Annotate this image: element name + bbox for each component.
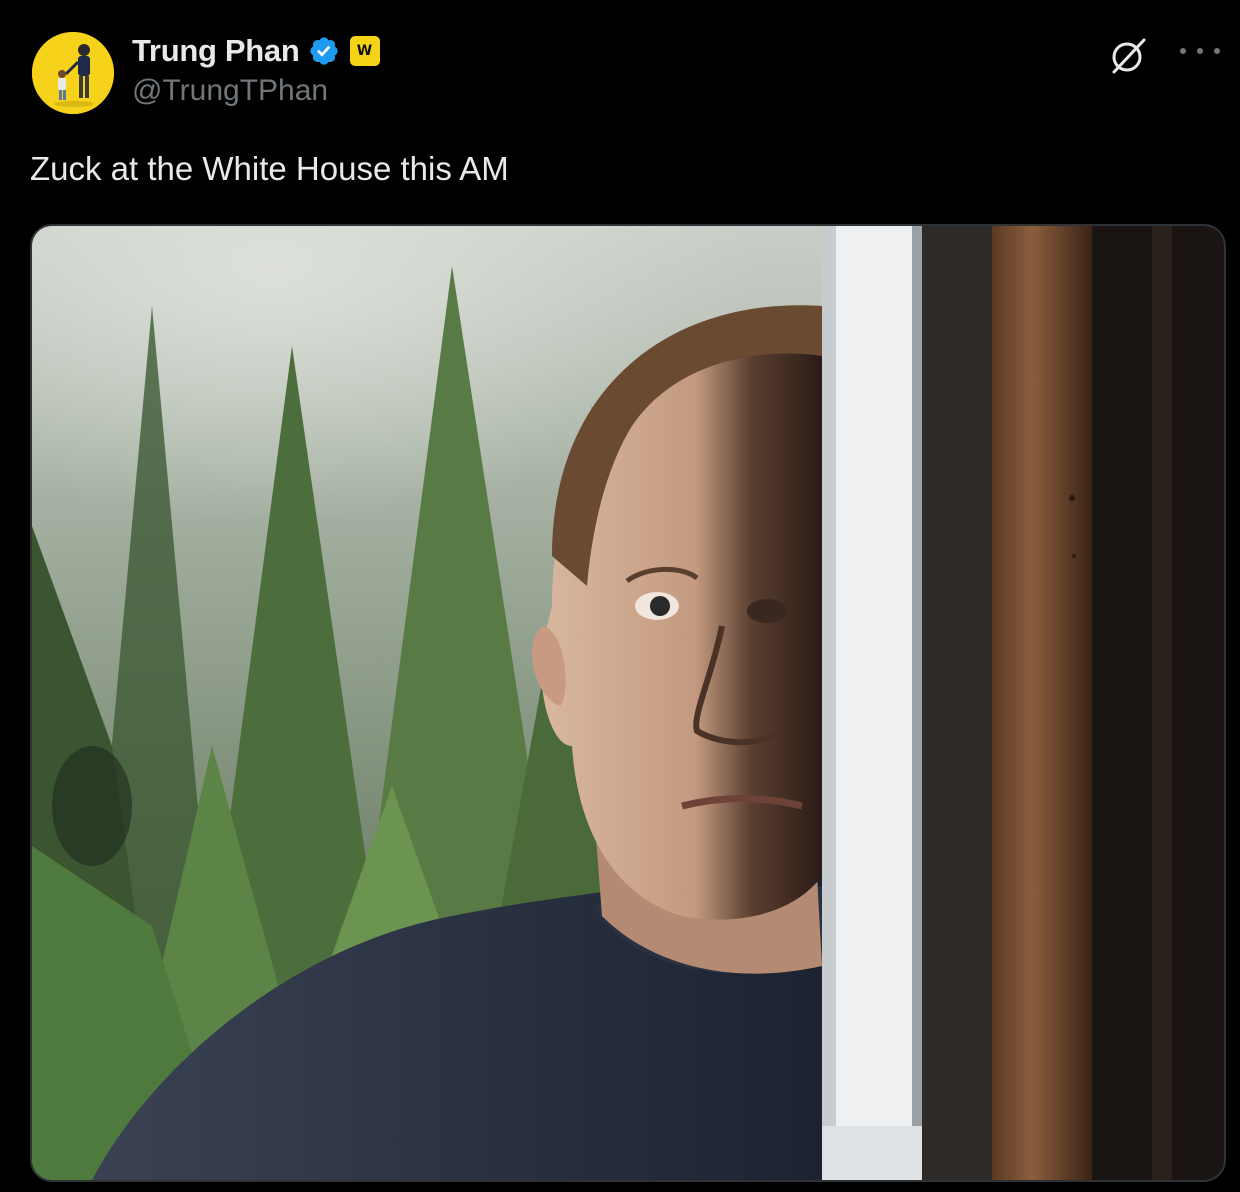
affiliate-badge-letter: W: [353, 40, 376, 62]
avatar[interactable]: [32, 32, 114, 114]
affiliate-badge-icon[interactable]: W: [349, 36, 380, 66]
dot-icon: [1214, 48, 1220, 54]
author-handle[interactable]: @TrungTPhan: [132, 74, 380, 108]
grok-icon[interactable]: [1108, 34, 1150, 76]
dot-icon: [1197, 48, 1203, 54]
author-names: Trung Phan W @TrungTPhan: [132, 30, 380, 108]
more-options-icon[interactable]: [1180, 36, 1220, 66]
display-name[interactable]: Trung Phan: [132, 33, 300, 69]
tweet-header: Trung Phan W @TrungTPhan: [32, 30, 1220, 114]
tweet-container: Trung Phan W @TrungTPhan Zuck at the Whi…: [0, 0, 1240, 1192]
display-name-row: Trung Phan W: [132, 30, 380, 72]
dot-icon: [1180, 48, 1186, 54]
avatar-illustration: [32, 32, 114, 114]
tweet-media-image[interactable]: [30, 224, 1226, 1182]
photo-man-at-window: [32, 226, 1224, 1180]
verified-badge-icon[interactable]: [308, 35, 340, 67]
tweet-text: Zuck at the White House this AM: [30, 150, 509, 187]
